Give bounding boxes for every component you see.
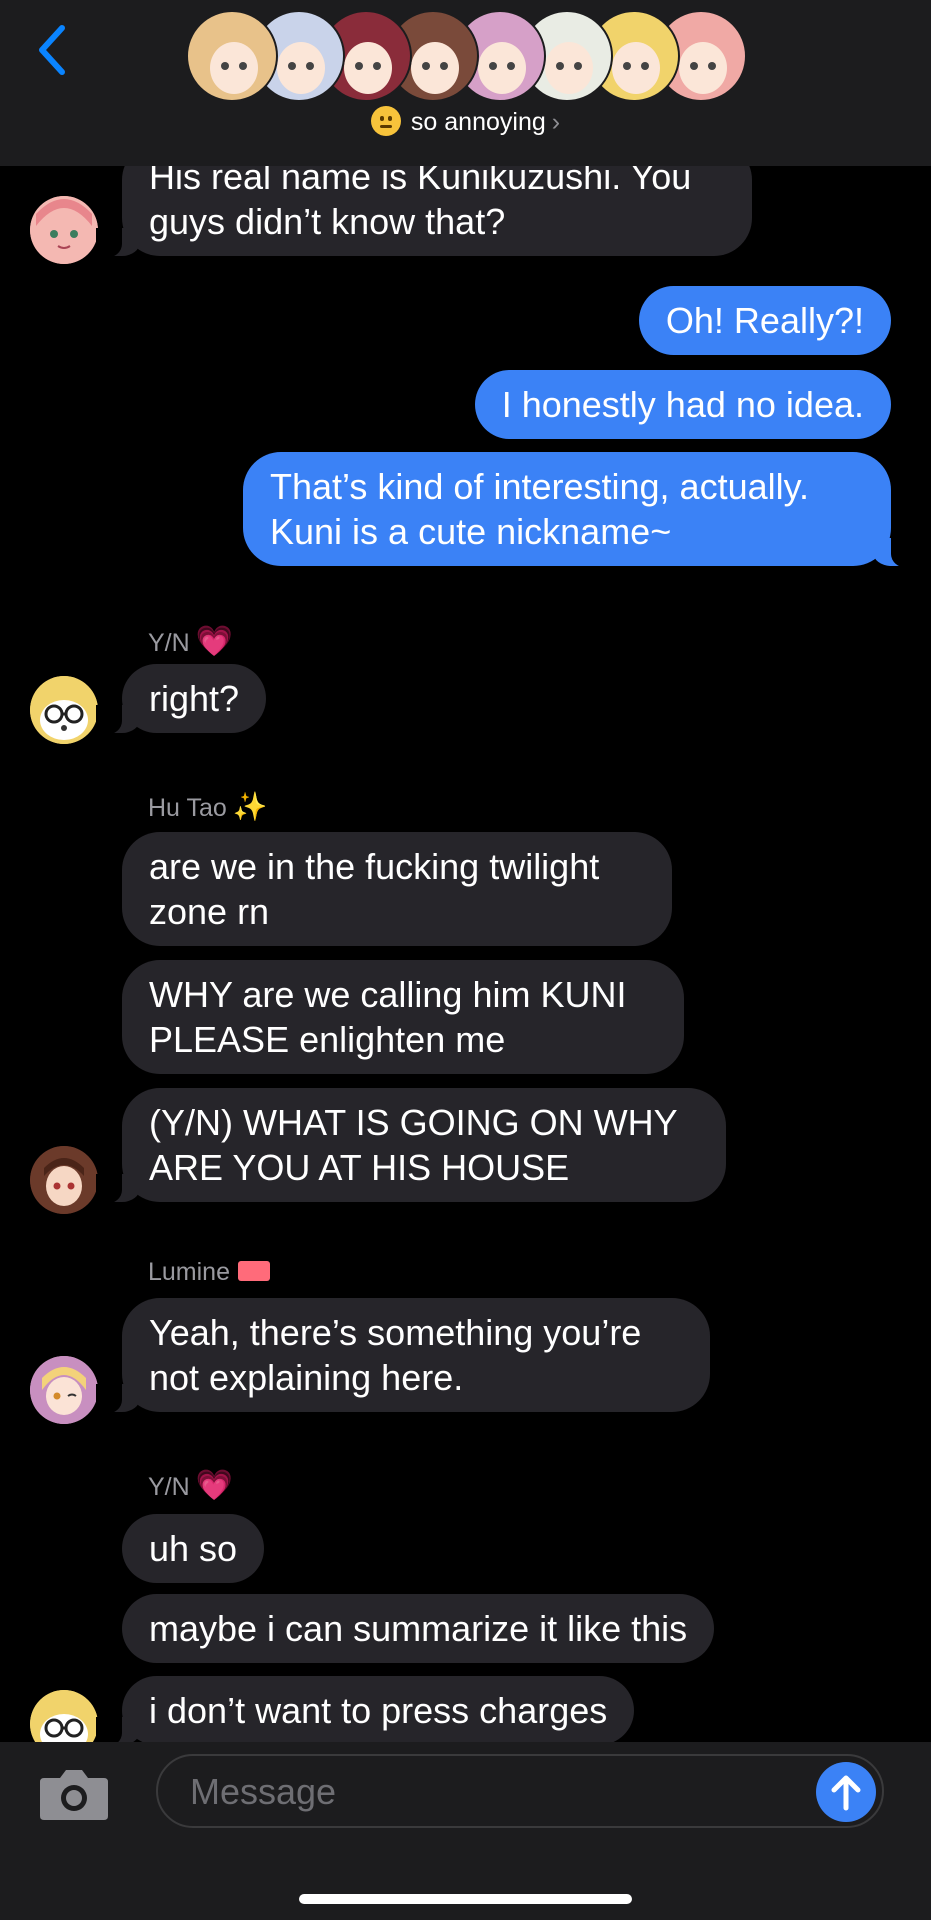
avatar-sender-lumine[interactable] <box>30 1356 98 1424</box>
message-bubble-outgoing[interactable]: That’s kind of interesting, actually. Ku… <box>243 452 917 568</box>
message-bubble[interactable]: (Y/N) WHAT IS GOING ON WHY ARE YOU AT HI… <box>96 1088 726 1204</box>
message-bubble-outgoing[interactable]: Oh! Really?! <box>638 286 891 355</box>
message-bubble[interactable]: right? <box>95 664 267 735</box>
avatar-sender-pink-hair[interactable] <box>30 196 98 264</box>
message-input-container <box>156 1754 884 1828</box>
composer-bar <box>0 1742 931 1920</box>
message-bubble-outgoing[interactable]: I honestly had no idea. <box>474 370 891 439</box>
sender-name-text: Hu Tao <box>148 794 227 822</box>
home-indicator[interactable] <box>299 1894 632 1904</box>
message-bubble[interactable]: uh so <box>122 1514 265 1583</box>
sender-name-text: Y/N <box>148 629 190 657</box>
chevron-left-icon <box>39 25 65 75</box>
avatar-sender-yn[interactable] <box>30 676 98 744</box>
avatar-sender-hutao[interactable] <box>30 1146 98 1214</box>
sparkles-emoji: ✨ <box>232 791 268 822</box>
message-bubble[interactable]: are we in the fucking twilight zone rn <box>122 832 672 946</box>
group-name: so annoying <box>410 108 546 136</box>
neutral-face-icon <box>370 106 401 137</box>
sender-name: Y/N 💗 <box>148 624 233 659</box>
sender-name-text: Lumine <box>148 1258 230 1286</box>
chevron-right-icon: › <box>551 108 561 136</box>
conversation-header: so annoying › <box>0 0 931 166</box>
message-bubble[interactable]: WHY are we calling him KUNI PLEASE enlig… <box>122 960 684 1074</box>
sender-name: Hu Tao ✨ <box>148 790 268 823</box>
camera-icon <box>40 1770 108 1820</box>
message-bubble[interactable]: i don’t want to press charges <box>95 1676 635 1742</box>
heart-emoji: 💗 <box>195 1469 234 1502</box>
send-button[interactable] <box>816 1762 876 1822</box>
participant-avatar[interactable] <box>186 10 278 102</box>
sender-name: Y/N 💗 <box>148 1468 233 1503</box>
group-name-button[interactable]: so annoying › <box>0 106 931 138</box>
ticket-emoji <box>238 1261 270 1282</box>
message-bubble[interactable]: Yeah, there’s something you’re not expla… <box>96 1298 710 1414</box>
back-button[interactable] <box>32 20 72 80</box>
message-thread[interactable]: His real name is Kunikuzushi. You guys d… <box>0 0 931 1742</box>
message-bubble[interactable]: maybe i can summarize it like this <box>122 1594 715 1663</box>
avatar-sender-yn[interactable] <box>30 1690 98 1742</box>
sender-name-text: Y/N <box>148 1473 190 1501</box>
heart-emoji: 💗 <box>195 625 234 658</box>
arrow-up-icon <box>831 1775 861 1811</box>
message-input[interactable] <box>188 1766 752 1818</box>
sender-name: Lumine <box>148 1258 270 1287</box>
camera-button[interactable] <box>38 1766 110 1822</box>
